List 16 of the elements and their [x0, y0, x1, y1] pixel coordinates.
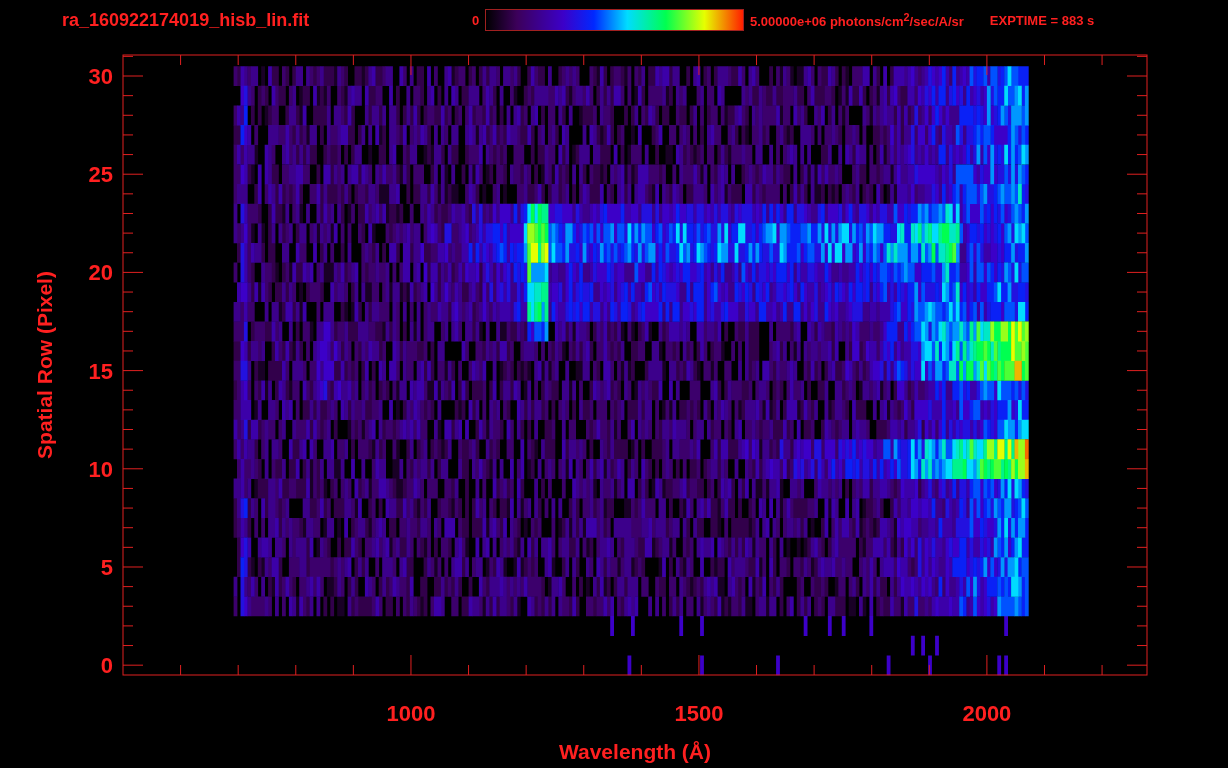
y-tick-label: 30	[88, 64, 113, 89]
y-tick-label: 15	[88, 358, 113, 384]
y-axis-title: Spatial Row (Pixel)	[33, 271, 56, 459]
colorbar-max-label: 5.00000e+06 photons/cm$^{2}$/sec/A/sr	[750, 10, 964, 30]
x-axis-title: Wavelength (Å)	[558, 740, 712, 763]
y-tick-label: 20	[88, 260, 113, 286]
y-tick-label: 0	[100, 653, 113, 679]
x-tick-label: 1000	[386, 701, 436, 726]
y-tick-label: 10	[88, 456, 113, 482]
file-title: ra_160922174019_hisb_lin.fit	[62, 9, 311, 31]
exposure-time: EXPTIME = 883 s	[989, 12, 1095, 28]
x-tick-label: 2000	[962, 701, 1012, 726]
x-tick-label: 1500	[674, 701, 724, 726]
y-tick-label: 25	[88, 162, 113, 188]
colorbar-min-label: 0	[472, 12, 481, 28]
y-tick-label: 5	[100, 555, 113, 580]
